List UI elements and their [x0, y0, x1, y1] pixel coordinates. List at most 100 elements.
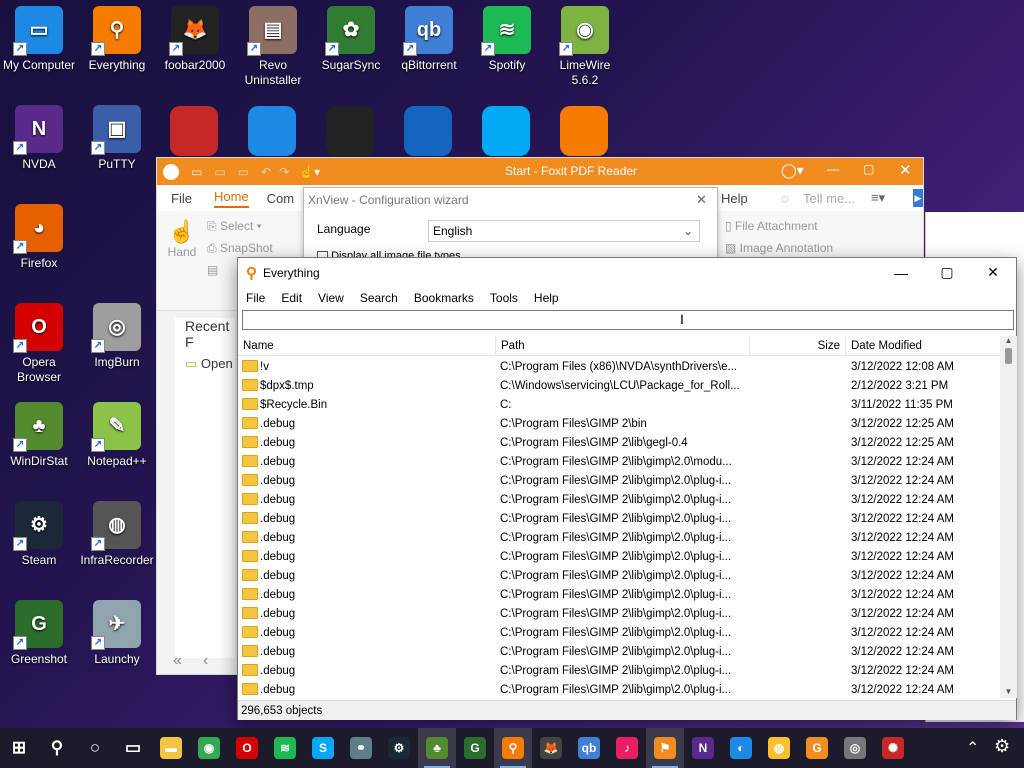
table-row[interactable]: .debug C:\Program Files\GIMP 2\lib\gimp\2… — [238, 643, 1000, 662]
nvda-taskbar-icon[interactable]: N — [684, 728, 722, 768]
desktop-icon-launchy[interactable]: ✈ ↗ Launchy — [78, 600, 156, 667]
hand-button[interactable]: ☝ Hand — [165, 219, 199, 259]
table-row[interactable]: $Recycle.Bin C: 3/11/2022 11:35 PM — [238, 396, 1000, 415]
desktop-icon-windirstat[interactable]: ♣ ↗ WinDirStat — [0, 402, 78, 469]
language-select[interactable]: English ⌄ — [428, 220, 700, 242]
desktop-icon-notepad-[interactable]: ✎ ↗ Notepad++ — [78, 402, 156, 469]
search-icon[interactable]: ⚲ — [38, 728, 76, 768]
menu-file[interactable]: File — [238, 291, 273, 305]
foxit-icon[interactable]: ⚑ — [646, 728, 684, 768]
table-row[interactable]: $dpx$.tmp C:\Windows\servicing\LCU\Packag… — [238, 377, 1000, 396]
steam-icon[interactable]: ⚙ — [380, 728, 418, 768]
foxit-menu-file[interactable]: File — [171, 191, 192, 206]
column-date-modified[interactable]: Date Modified — [846, 336, 1000, 356]
chrome-icon[interactable]: ◉ — [190, 728, 228, 768]
desktop-icon-putty[interactable]: ▣ ↗ PuTTY — [78, 105, 156, 172]
everything-minimize-button[interactable]: — — [878, 258, 924, 287]
desktop-icon-firefox[interactable]: ◕ ↗ Firefox — [0, 204, 78, 271]
desktop-icon-limewire-5-6-2[interactable]: ◉ ↗ LimeWire 5.6.2 — [546, 6, 624, 88]
app-icon-3[interactable]: ◎ — [836, 728, 874, 768]
save-icon[interactable]: ▭ — [214, 165, 225, 179]
scroll-thumb[interactable] — [1005, 348, 1012, 364]
page-nav-first[interactable]: « — [173, 652, 182, 670]
column-path[interactable]: Path — [496, 336, 750, 356]
table-row[interactable]: .debug C:\Program Files\GIMP 2\lib\gimp\2… — [238, 453, 1000, 472]
snapshot-button[interactable]: ⎙ SnapShot — [207, 241, 273, 256]
table-row[interactable]: .debug C:\Program Files\GIMP 2\lib\gimp\2… — [238, 681, 1000, 698]
column-size[interactable]: Size — [750, 336, 846, 356]
account-icon[interactable]: ◯▾ — [781, 162, 804, 179]
xnview-close-button[interactable]: ✕ — [696, 192, 707, 208]
qbittorrent-icon[interactable]: qb — [570, 728, 608, 768]
clipboard-button[interactable]: ▤ — [207, 263, 218, 277]
menu-edit[interactable]: Edit — [273, 291, 310, 305]
desktop-icon-imgburn[interactable]: ◎ ↗ ImgBurn — [78, 303, 156, 370]
desktop-icon-qbittorrent[interactable]: qb ↗ qBittorrent — [390, 6, 468, 73]
file-attachment-button[interactable]: ▯ File Attachment — [725, 219, 818, 233]
skype-desktop-icon[interactable] — [482, 106, 530, 156]
table-row[interactable]: .debug C:\Program Files\GIMP 2\lib\gimp\2… — [238, 510, 1000, 529]
scroll-down-arrow[interactable]: ▼ — [1000, 687, 1017, 696]
desktop-icon-my-computer[interactable]: ▭ ↗ My Computer — [0, 6, 78, 73]
table-row[interactable]: .debug C:\Program Files\GIMP 2\bin 3/12/20… — [238, 415, 1000, 434]
table-row[interactable]: .debug C:\Program Files\GIMP 2\lib\gimp\2… — [238, 491, 1000, 510]
open-button[interactable]: ▭ Open — [185, 356, 233, 372]
undo-icon[interactable]: ↶ — [261, 165, 271, 179]
menu-bookmarks[interactable]: Bookmarks — [406, 291, 482, 305]
audacity-desktop-icon[interactable] — [404, 106, 452, 156]
page-nav-prev[interactable]: ‹ — [203, 652, 208, 670]
task-view-icon[interactable]: ▭ — [114, 728, 152, 768]
search-input[interactable] — [242, 310, 1014, 330]
app-icon-2[interactable]: ◍ — [760, 728, 798, 768]
foxit-menu-help[interactable]: Help — [721, 191, 748, 206]
opera-icon[interactable]: O — [228, 728, 266, 768]
ribbon-options-icon[interactable]: ≡▾ — [871, 190, 885, 206]
xnview-icon[interactable]: ✺ — [874, 728, 912, 768]
windirstat-icon[interactable]: ♣ — [418, 728, 456, 768]
foxit-menu-home[interactable]: Home — [213, 189, 249, 208]
winamp-desktop-icon[interactable] — [326, 106, 374, 156]
menu-view[interactable]: View — [310, 291, 352, 305]
image-annotation-button[interactable]: ▧ Image Annotation — [725, 241, 833, 255]
desktop-icon-greenshot[interactable]: G ↗ Greenshot — [0, 600, 78, 667]
vnc-viewer-desktop-icon[interactable] — [248, 106, 296, 156]
select-button[interactable]: ⎘ Select ▾ — [207, 219, 262, 234]
table-row[interactable]: .debug C:\Program Files\GIMP 2\lib\gimp\2… — [238, 529, 1000, 548]
spotify-icon[interactable]: ≋ — [266, 728, 304, 768]
everything-maximize-button[interactable]: ▢ — [924, 258, 970, 287]
redo-icon[interactable]: ↷ — [279, 165, 289, 179]
foxit-menu-comment[interactable]: Com — [267, 191, 294, 206]
desktop-icon-everything[interactable]: ⚲ ↗ Everything — [78, 6, 156, 73]
desktop-icon-sugarsync[interactable]: ✿ ↗ SugarSync — [312, 6, 390, 73]
desktop-icon-foobar2000[interactable]: 🦊 ↗ foobar2000 — [156, 6, 234, 73]
column-name[interactable]: Name — [238, 336, 496, 356]
table-row[interactable]: .debug C:\Program Files\GIMP 2\lib\gimp\2… — [238, 605, 1000, 624]
table-row[interactable]: .debug C:\Program Files\GIMP 2\lib\gimp\2… — [238, 586, 1000, 605]
scroll-up-arrow[interactable]: ▲ — [1000, 336, 1017, 348]
cortana-icon[interactable]: ○ — [76, 728, 114, 768]
tell-me-input[interactable]: Tell me... — [803, 191, 855, 206]
foxit-maximize-button[interactable]: ▢ — [863, 162, 874, 176]
settings-gear-icon[interactable]: ⚙ — [994, 736, 1010, 757]
ribbon-scroll-right[interactable]: ▶ — [913, 189, 923, 207]
desktop-icon-infrarecorder[interactable]: ◍ ↗ InfraRecorder — [78, 501, 156, 568]
table-row[interactable]: .debug C:\Program Files\GIMP 2\lib\gimp\2… — [238, 624, 1000, 643]
desktop-icon-revo-uninstaller[interactable]: ▤ ↗ Revo Uninstaller — [234, 6, 312, 88]
foxit-close-button[interactable]: ✕ — [899, 161, 912, 179]
itunes-icon[interactable]: ♪ — [608, 728, 646, 768]
network-tool-icon[interactable]: ⚭ — [342, 728, 380, 768]
xnview-desktop-icon[interactable] — [170, 106, 218, 156]
menu-tools[interactable]: Tools — [482, 291, 526, 305]
desktop-icon-spotify[interactable]: ≋ ↗ Spotify — [468, 6, 546, 73]
menu-help[interactable]: Help — [526, 291, 567, 305]
foxit-minimize-button[interactable]: — — [827, 162, 839, 176]
skype-icon[interactable]: S — [304, 728, 342, 768]
open-icon[interactable]: ▭ — [191, 165, 202, 179]
foxit-pdf-icon[interactable]: G — [798, 728, 836, 768]
table-row[interactable]: .debug C:\Program Files\GIMP 2\lib\gimp\2… — [238, 567, 1000, 586]
everything-icon[interactable]: ⚲ — [494, 728, 532, 768]
desktop-icon-nvda[interactable]: N ↗ NVDA — [0, 105, 78, 172]
vlc-desktop-icon[interactable] — [560, 106, 608, 156]
foobar-icon[interactable]: 🦊 — [532, 728, 570, 768]
table-row[interactable]: .debug C:\Program Files\GIMP 2\lib\gimp\2… — [238, 472, 1000, 491]
